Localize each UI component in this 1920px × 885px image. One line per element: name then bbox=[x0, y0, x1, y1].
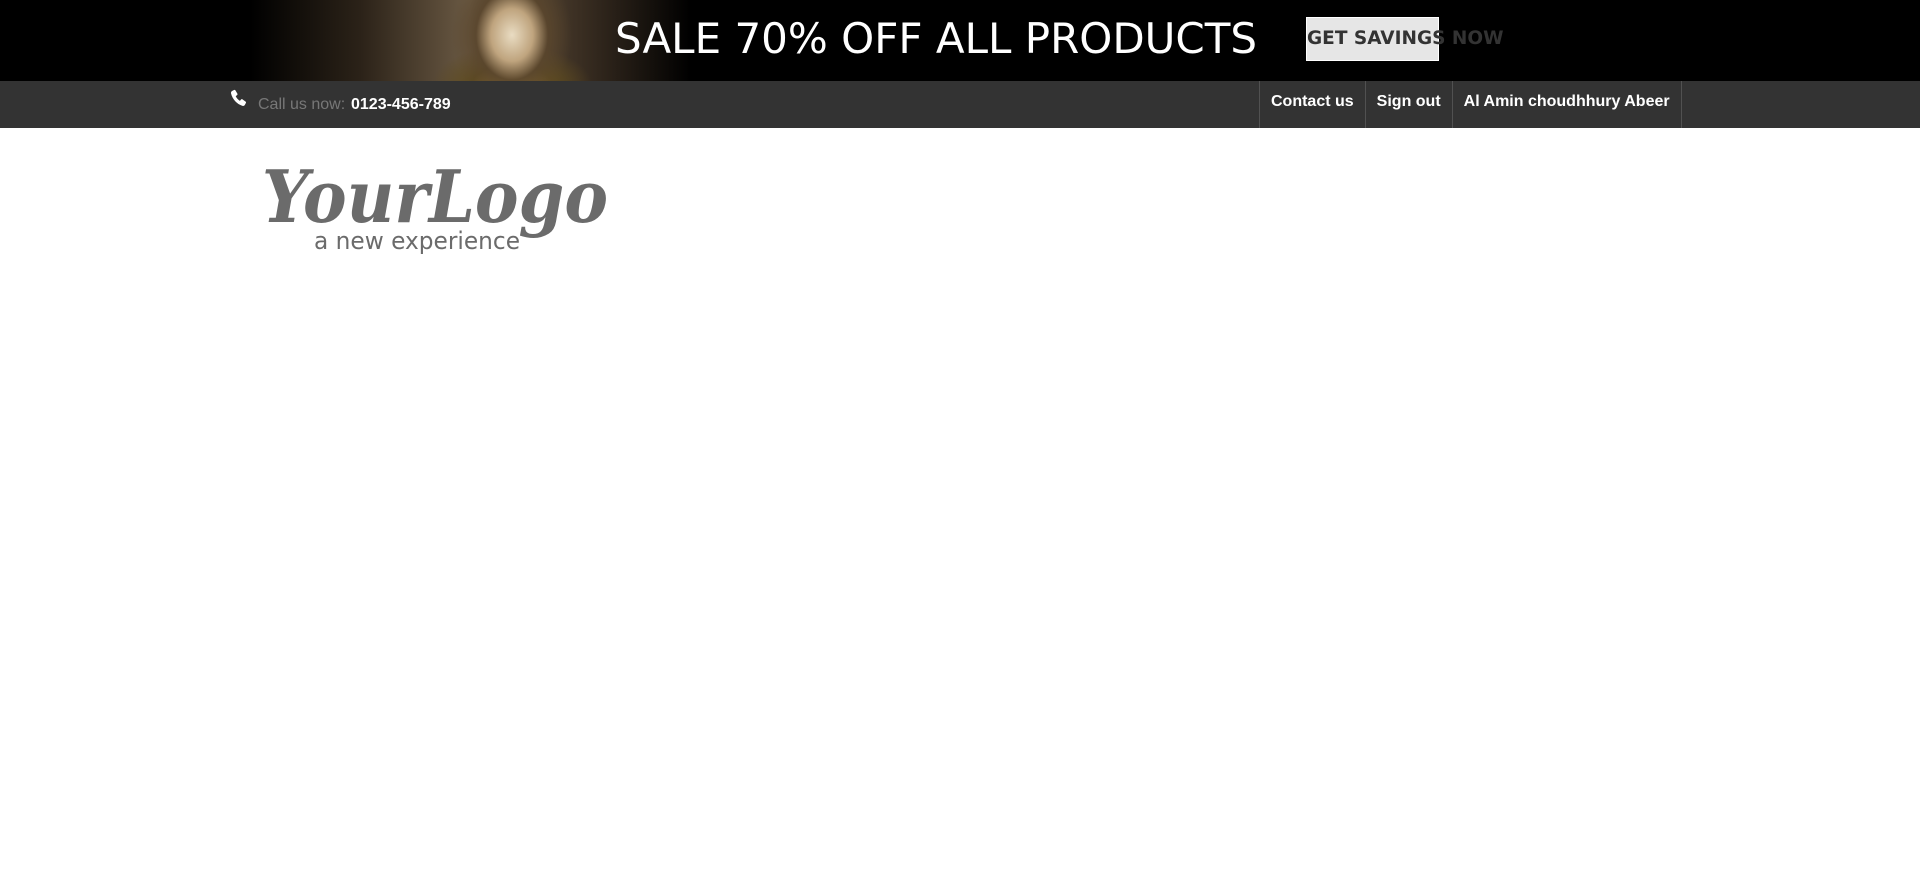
sign-out-link[interactable]: Sign out bbox=[1366, 81, 1453, 128]
account-name-link[interactable]: Al Amin choudhhury Abeer bbox=[1453, 81, 1682, 128]
phone-number[interactable]: 0123-456-789 bbox=[351, 96, 451, 114]
promo-banner[interactable]: SALE 70% OFF ALL PRODUCTS GET SAVINGS NO… bbox=[0, 0, 1920, 81]
phone-icon bbox=[230, 89, 247, 106]
site-logo[interactable]: YourLogo a new experience bbox=[258, 150, 618, 260]
get-savings-button[interactable]: GET SAVINGS NOW bbox=[1306, 17, 1504, 61]
top-nav-bar: Call us now: 0123-456-789 Contact us Sig… bbox=[0, 81, 1920, 128]
logo-tagline: a new experience bbox=[314, 227, 520, 255]
call-us-label: Call us now: bbox=[258, 96, 346, 113]
account-links: Contact us Sign out Al Amin choudhhury A… bbox=[1259, 81, 1682, 128]
banner-headline: SALE 70% OFF ALL PRODUCTS bbox=[615, 14, 1258, 63]
contact-us-link[interactable]: Contact us bbox=[1260, 81, 1366, 128]
